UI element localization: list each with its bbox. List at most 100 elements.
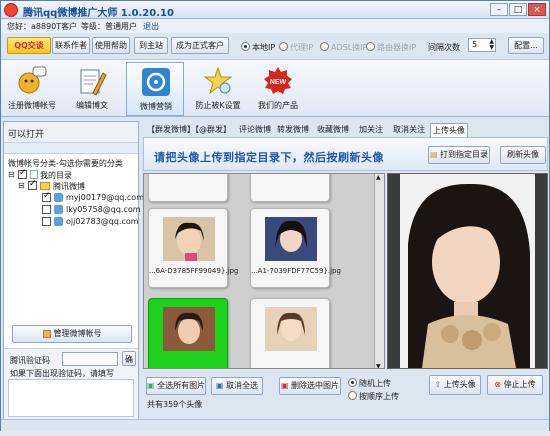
tab-follow[interactable]: 加关注	[357, 123, 385, 137]
svg-text:NEW: NEW	[270, 79, 287, 86]
upgrade-button[interactable]: 成为正式客户	[171, 37, 229, 54]
account-checkbox[interactable]	[42, 205, 51, 214]
help-button[interactable]: 使用帮助	[92, 37, 130, 54]
nav-edit-post[interactable]: 编辑博文	[63, 62, 121, 116]
tree-root-checkbox[interactable]	[18, 168, 27, 179]
avatar-thumb[interactable]	[250, 174, 330, 202]
collapse-icon[interactable]: ⊟	[8, 170, 15, 179]
ip-adsl-radio[interactable]	[320, 42, 329, 51]
upload-avatar-button[interactable]: ⇧ 上传头像	[429, 375, 481, 395]
account-panel-header: 可以打开	[4, 122, 138, 142]
action-bar: ▣ 全选所有图片 ▣ 取消全选 ▣ 删除选中图片 随机上传 按顺序上传 ⇧ 上传…	[143, 369, 548, 419]
edit-post-icon	[80, 69, 107, 96]
gallery-scrollbar[interactable]: ▲ ▼	[374, 174, 384, 368]
upload-avatar-label: 上传头像	[443, 380, 476, 389]
app-logo-icon	[4, 3, 18, 17]
captcha-label: 腾讯验证码	[10, 356, 50, 365]
function-tabs: 【群发微博】 【@群发】 评论微博 转发微博 收藏微博 加关注 取消关注 上传头…	[143, 123, 548, 137]
avatar-thumb[interactable]: ...6A-D3785FF99049}.jpg	[148, 208, 239, 288]
stop-upload-label: 停止上传	[503, 380, 536, 389]
account-panel-scroll[interactable]	[4, 142, 138, 154]
nav-weibo-marketing-label: 微博营销	[140, 102, 172, 111]
window-title: 腾讯qq微博推广大师 1.0.20.10	[23, 8, 174, 19]
new-badge-icon: NEW	[264, 67, 292, 94]
select-all-button[interactable]: ▣ 全选所有图片	[146, 377, 206, 395]
nav-register-label: 注册微博帐号	[8, 101, 56, 110]
user-bar: 您好：a8890T客户 等级：普通用户 退出	[1, 19, 549, 33]
tree-group-checkbox[interactable]	[28, 179, 37, 190]
delete-icon: ▣	[280, 381, 292, 390]
avatar-gallery[interactable]: ...6A-D3785FF99049}.jpg ...A1-7039FDF77C…	[143, 173, 385, 369]
nav-weibo-marketing[interactable]: 微博营销	[126, 62, 184, 116]
avatar-thumb-selected[interactable]	[148, 298, 228, 368]
account-email: myj00179@qq.com	[66, 193, 144, 202]
delete-label: 删除选中图片	[291, 381, 340, 390]
account-email: lky05758@qq.com	[66, 205, 141, 214]
tab-repost[interactable]: 转发微博	[275, 123, 311, 137]
title-bar: 腾讯qq微博推广大师 1.0.20.10 – □ ×	[1, 1, 549, 19]
contact-author-button[interactable]: 联系作者	[52, 37, 90, 54]
scroll-up-icon[interactable]: ▲	[376, 174, 381, 181]
minimize-button[interactable]: –	[490, 3, 508, 16]
avatar-photo	[163, 217, 215, 261]
stop-upload-button[interactable]: ⊗ 停止上传	[487, 375, 543, 395]
avatar-filename: ...6A-D3785FF99049}.jpg	[149, 267, 239, 275]
close-button[interactable]: ×	[528, 3, 546, 16]
tree-hint: 微博帐号分类-勾选你需要的分类	[8, 159, 123, 168]
ip-router-radio[interactable]	[366, 42, 375, 51]
home-site-button[interactable]: 到主站	[134, 37, 168, 54]
config-button[interactable]: 配置...	[508, 37, 544, 54]
avatar-thumb[interactable]	[148, 174, 228, 202]
stop-icon: ⊗	[494, 380, 504, 389]
qq-chat-button[interactable]: QQ交谈	[7, 37, 51, 54]
captcha-confirm-button[interactable]: 确	[122, 351, 136, 366]
account-email: ojj02783@qq.com	[66, 217, 139, 226]
ip-local-radio[interactable]	[241, 42, 250, 51]
nav-products[interactable]: NEW 我们的产品	[249, 62, 307, 116]
delete-selected-button[interactable]: ▣ 删除选中图片	[279, 377, 341, 395]
random-upload-label: 随机上传	[359, 379, 391, 388]
captcha-input[interactable]	[62, 352, 118, 366]
random-upload-radio[interactable]	[348, 378, 357, 387]
interval-label: 间隔次数	[428, 43, 460, 52]
spinner-arrows-icon[interactable]: ▲ ▼	[489, 39, 494, 51]
sequential-upload-radio[interactable]	[348, 391, 357, 400]
deselect-all-button[interactable]: ▣ 取消全选	[211, 377, 263, 395]
preview-photo	[388, 174, 547, 368]
avatar-thumb[interactable]: ...A1-7039FDF77C59}.jpg	[250, 208, 341, 288]
logout-link[interactable]: 退出	[143, 21, 159, 32]
open-directory-button[interactable]: ▤ 打到指定目录	[428, 146, 490, 164]
weibo-account-icon	[54, 205, 63, 214]
avatar-preview	[387, 173, 548, 369]
tab-comment[interactable]: 评论微博	[237, 123, 273, 137]
ip-proxy-radio[interactable]	[279, 42, 288, 51]
manage-accounts-button[interactable]: 管理微博帐号	[12, 325, 132, 343]
weibo-account-icon	[54, 217, 63, 226]
account-panel: 可以打开 微博帐号分类-勾选你需要的分类 ⊟ 我的目录 ⊟ 腾讯微博 myj00…	[3, 121, 144, 420]
folder-icon	[40, 182, 50, 190]
open-directory-label: 打到指定目录	[440, 150, 489, 159]
refresh-avatars-button[interactable]: 刷新头像	[500, 146, 546, 164]
deselect-icon: ▣	[215, 381, 227, 390]
tab-mention-post[interactable]: 【@群发】	[189, 123, 233, 137]
ip-proxy-label: 代理IP	[290, 43, 314, 52]
maximize-button[interactable]: □	[509, 3, 527, 16]
avatar-thumb[interactable]	[250, 298, 330, 368]
register-icon	[18, 66, 47, 94]
interval-spinner[interactable]: 5 ▲ ▼	[468, 38, 496, 52]
select-all-icon: ▣	[147, 381, 158, 390]
collapse-group-icon[interactable]: ⊟	[18, 181, 25, 190]
tab-favorite[interactable]: 收藏微博	[315, 123, 351, 137]
tab-unfollow[interactable]: 取消关注	[391, 123, 427, 137]
weibo-marketing-icon	[142, 68, 170, 96]
avatar-count: 共有359个头像	[147, 400, 203, 409]
account-panel-title: 可以打开	[8, 130, 45, 140]
nav-register[interactable]: 注册微博帐号	[3, 62, 61, 116]
ip-adsl-label: ADSL换IP	[331, 43, 368, 52]
account-checkbox[interactable]	[42, 217, 51, 226]
nav-anti-ban[interactable]: 防止被K设置	[189, 62, 247, 116]
user-greeting: 您好：a8890T客户	[7, 22, 78, 31]
account-checkbox[interactable]	[42, 191, 51, 202]
top-toolbar: QQ交谈 联系作者 使用帮助 到主站 成为正式客户 本地IP 代理IP ADSL…	[1, 34, 549, 58]
tab-upload-avatar[interactable]: 上传头像	[430, 123, 468, 137]
